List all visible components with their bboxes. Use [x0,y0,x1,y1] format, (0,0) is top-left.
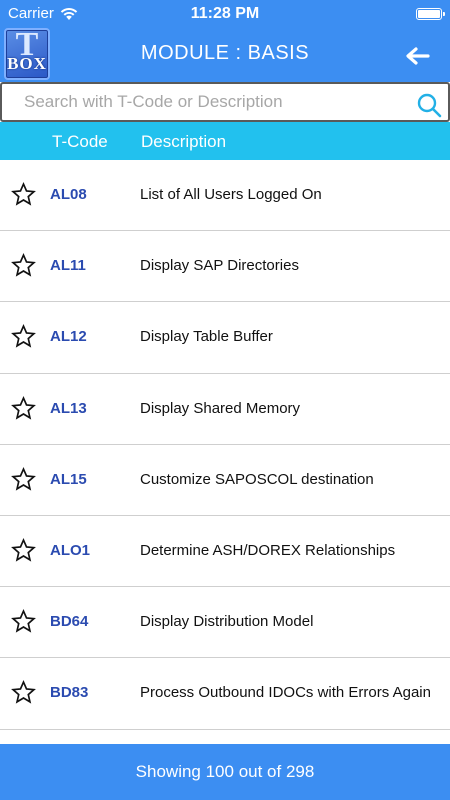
column-description-label: Description [141,132,227,151]
description-label: Display Table Buffer [140,328,273,346]
star-icon[interactable] [11,182,36,207]
description-label: Process Outbound IDOCs with Errors Again [140,684,431,702]
battery-icon [416,8,445,20]
star-icon[interactable] [11,680,36,705]
star-icon[interactable] [11,466,36,492]
description-label: Determine ASH/DOREX Relationships [140,541,396,559]
star-icon[interactable] [11,537,36,563]
status-time: 11:28 PM [190,5,260,22]
description-label: Customize SAPOSCOL destination [140,470,374,488]
description-label: Display Shared Memory [140,399,301,417]
tcode-label: AL15 [50,470,87,488]
tcode-label: BD64 [50,613,89,631]
tcode-label: BD83 [50,684,89,702]
search-input[interactable] [24,84,394,120]
list-item[interactable]: BD64 Display Distribution Model [0,587,450,659]
search-bar [0,82,450,122]
results-count-footer: Showing 100 out of 298 [0,744,450,800]
search-icon[interactable] [416,92,442,118]
tcode-label: AL08 [50,186,87,203]
column-header: T-Code Description [0,122,450,160]
tcode-label: AL12 [50,328,87,346]
results-count-label: Showing 100 out of 298 [135,762,315,781]
page-title: MODULE : BASIS [140,42,310,64]
tcode-label: ALO1 [50,541,91,559]
arrow-left-icon[interactable] [404,46,430,66]
list-item[interactable]: AL08 List of All Users Logged On [0,160,450,232]
list-item[interactable]: AL15 Customize SAPOSCOL destination [0,444,450,516]
description-label: List of All Users Logged On [140,186,322,203]
list-item[interactable]: AL12 Display Table Buffer [0,302,450,374]
tcode-label: AL13 [50,399,87,417]
description-label: Display Distribution Model [140,613,314,631]
star-icon[interactable] [11,324,36,349]
column-tcode-label: T-Code [52,132,108,151]
list-item[interactable]: ALO1 Determine ASH/DOREX Relationships [0,515,450,588]
tcode-list: AL08 List of All Users Logged On AL11 Di… [0,160,450,744]
status-bar: Carrier 11:28 PM [0,0,450,28]
star-icon[interactable] [11,609,36,634]
star-icon[interactable] [11,253,36,278]
list-item[interactable]: AL11 Display SAP Directories [0,231,450,303]
list-item[interactable]: BD83 Process Outbound IDOCs with Errors … [0,658,450,730]
tcode-label: AL11 [50,257,86,275]
navigation-bar: T BOX MODULE : BASIS [0,26,450,82]
list-item[interactable]: AL13 Display Shared Memory [0,373,450,445]
description-label: Display SAP Directories [140,257,299,275]
star-icon[interactable] [11,395,36,421]
